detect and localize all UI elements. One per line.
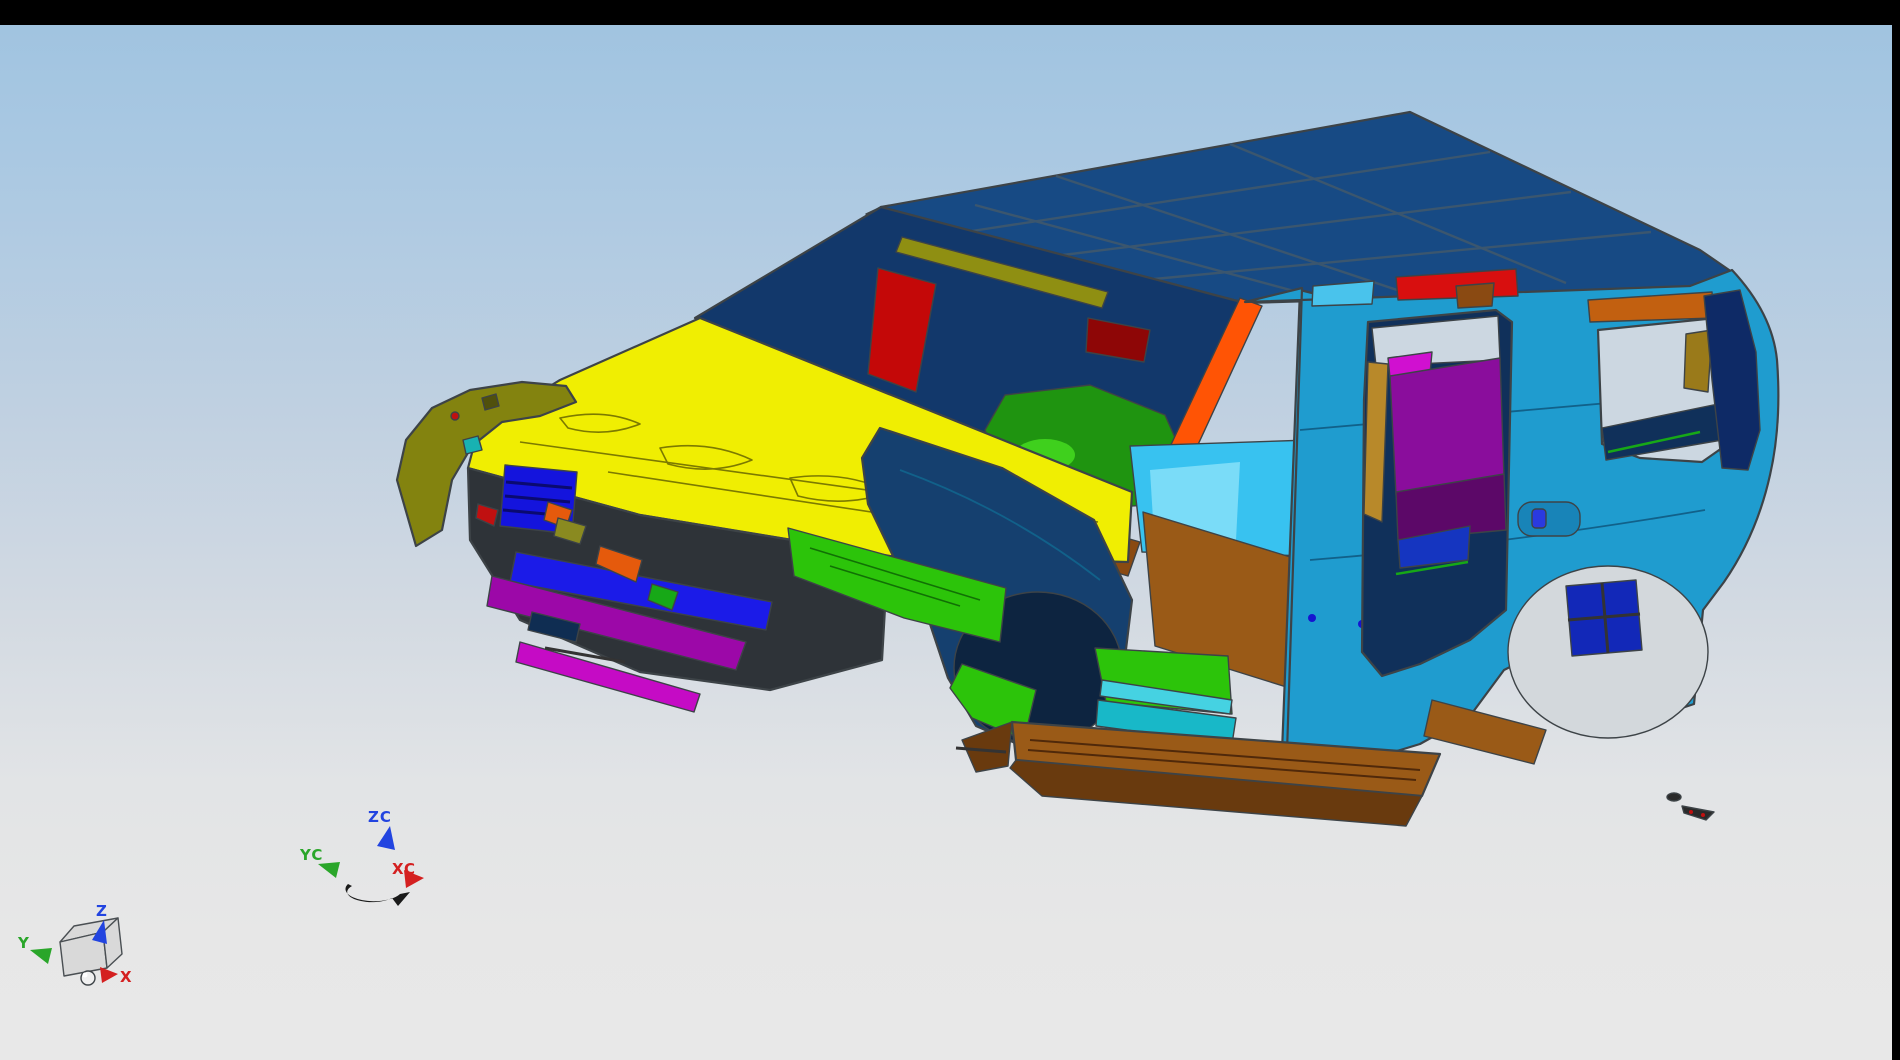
wcs-y-cone[interactable] xyxy=(318,862,340,878)
roofrail-brown-piece xyxy=(1456,283,1494,308)
view-y-label: Y xyxy=(17,934,30,952)
wcs-y-axis[interactable] xyxy=(334,872,375,888)
rear-sill-wedge xyxy=(1424,700,1546,764)
rear-wheel-arch[interactable] xyxy=(1508,566,1708,738)
sliver-red-dot xyxy=(1689,810,1693,814)
small-part-sliver xyxy=(1682,806,1714,820)
3d-viewport[interactable]: ZC YC XC Z Y X xyxy=(0,0,1900,1060)
application-window: ZC YC XC Z Y X xyxy=(0,0,1900,1060)
wcs-rotation-handle[interactable] xyxy=(345,884,410,906)
detached-parts[interactable] xyxy=(1667,793,1714,820)
wcs-x-axis[interactable] xyxy=(375,880,408,888)
view-z-label: Z xyxy=(96,902,108,920)
body-dot xyxy=(1308,614,1316,622)
rail-red-dot xyxy=(451,412,459,420)
wcs-z-cone[interactable] xyxy=(377,826,395,850)
sliver-red-dot xyxy=(1701,813,1705,817)
small-part-dot xyxy=(1667,793,1681,801)
view-origin-highlight xyxy=(83,973,88,978)
rail-teal-chip xyxy=(463,436,482,454)
right-black-bar xyxy=(1892,0,1900,1060)
view-triad[interactable]: Z Y X xyxy=(17,902,133,986)
wcs-triad[interactable]: ZC YC XC xyxy=(299,808,424,906)
view-y-cone[interactable] xyxy=(30,948,52,964)
view-origin-sphere[interactable] xyxy=(81,971,95,985)
wcs-x-label: XC xyxy=(392,860,416,878)
cargo-purple-panel xyxy=(1390,358,1504,495)
wcs-z-axis[interactable] xyxy=(375,844,384,888)
view-cube[interactable] xyxy=(60,918,122,976)
wcs-y-label: YC xyxy=(299,846,323,864)
view-x-label: X xyxy=(120,968,133,986)
car-model[interactable] xyxy=(397,112,1778,826)
top-black-bar xyxy=(0,0,1900,25)
view-x-cone[interactable] xyxy=(100,967,118,983)
door-handle-glyph xyxy=(1532,509,1546,528)
quarter-window-opening[interactable] xyxy=(1598,318,1722,462)
wcs-z-label: ZC xyxy=(368,808,392,826)
rear-door-opening[interactable] xyxy=(1362,310,1512,676)
door-handle-recess[interactable] xyxy=(1518,502,1580,536)
roofrail-lightcyan xyxy=(1312,281,1374,306)
